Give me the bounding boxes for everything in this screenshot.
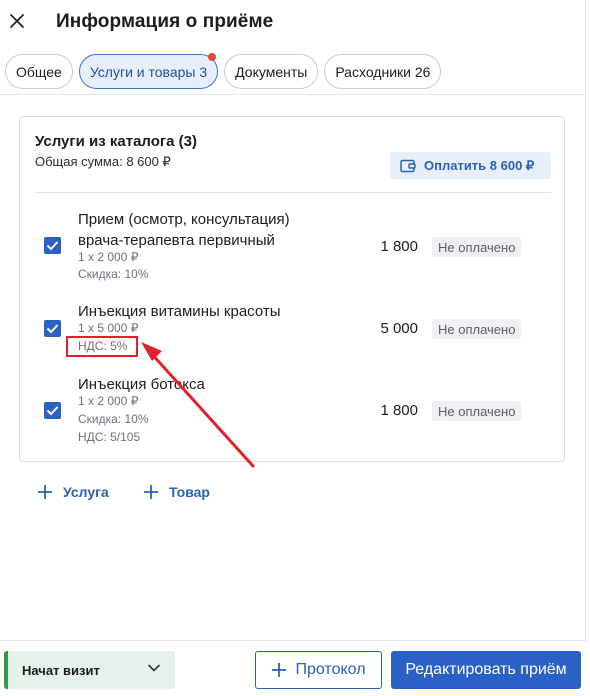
visit-info-panel: Информация о приёме Общее Услуги и товар… [0, 0, 586, 696]
notification-dot [208, 53, 217, 61]
tab-services-goods[interactable]: Услуги и товары 3 [78, 53, 219, 89]
service-price: 1 800 [380, 238, 418, 255]
service-vat: НДС: 5/105 [78, 430, 141, 444]
service-checkbox[interactable] [44, 320, 61, 337]
close-icon [10, 14, 24, 28]
close-button[interactable] [6, 10, 28, 32]
protocol-button-label: Протокол [295, 661, 366, 678]
footer-bar: Начат визит Протокол Редактировать приём [0, 640, 586, 696]
plus-icon [38, 485, 52, 499]
add-product-button[interactable]: Товар [143, 484, 210, 500]
panel-header: Информация о приёме [0, 0, 586, 46]
checkmark-icon [46, 241, 59, 251]
service-name: Прием (осмотр, консультация) врача-терап… [78, 211, 290, 249]
services-title: Услуги из каталога (3) [35, 133, 198, 150]
service-discount: Скидка: 10% [78, 267, 149, 281]
checkmark-icon [46, 406, 59, 416]
service-checkbox[interactable] [44, 237, 61, 254]
add-service-label: Услуга [63, 484, 109, 500]
tab-bar: Общее Услуги и товары 3 Документы Расход… [5, 53, 442, 90]
service-qty: 1 х 5 000 ₽ [78, 321, 139, 335]
card-divider [35, 192, 551, 193]
protocol-button[interactable]: Протокол [255, 651, 382, 689]
tabs-divider [0, 94, 586, 95]
tab-general-label: Общее [16, 63, 62, 80]
plus-icon [144, 485, 158, 499]
pay-button[interactable]: Оплатить 8 600 ₽ [390, 152, 551, 179]
plus-icon [272, 663, 287, 677]
add-product-label: Товар [169, 484, 210, 500]
status-badge: Не оплачено [432, 319, 522, 339]
visit-status-label: Начат визит [22, 662, 100, 678]
tab-documents[interactable]: Документы [224, 54, 319, 89]
visit-status-select[interactable]: Начат визит [4, 651, 175, 689]
service-discount: Скидка: 10% [78, 412, 149, 426]
add-service-button[interactable]: Услуга [37, 484, 109, 500]
annotation-highlight-box [66, 336, 138, 357]
checkmark-icon [46, 324, 59, 334]
pay-button-label: Оплатить 8 600 ₽ [424, 157, 535, 173]
services-card: Услуги из каталога (3) Общая сумма: 8 60… [19, 116, 565, 462]
page-title: Информация о приёме [56, 11, 274, 32]
edit-visit-button-label: Редактировать приём [405, 661, 567, 678]
service-price: 1 800 [380, 402, 418, 419]
tab-general[interactable]: Общее [5, 54, 73, 89]
tab-consumables-label: Расходники 26 [335, 63, 431, 80]
status-badge: Не оплачено [432, 237, 522, 257]
service-price: 5 000 [380, 320, 418, 337]
service-qty: 1 х 2 000 ₽ [78, 394, 139, 408]
services-total: Общая сумма: 8 600 ₽ [35, 154, 171, 169]
chevron-down-icon [147, 664, 161, 672]
edit-visit-button[interactable]: Редактировать приём [391, 651, 581, 689]
tab-services-goods-label: Услуги и товары 3 [89, 63, 208, 80]
service-checkbox[interactable] [44, 402, 61, 419]
service-qty: 1 х 2 000 ₽ [78, 250, 139, 264]
tab-documents-label: Документы [235, 63, 308, 80]
tab-consumables[interactable]: Расходники 26 [324, 54, 442, 89]
status-badge: Не оплачено [432, 401, 522, 421]
wallet-icon [400, 159, 416, 172]
